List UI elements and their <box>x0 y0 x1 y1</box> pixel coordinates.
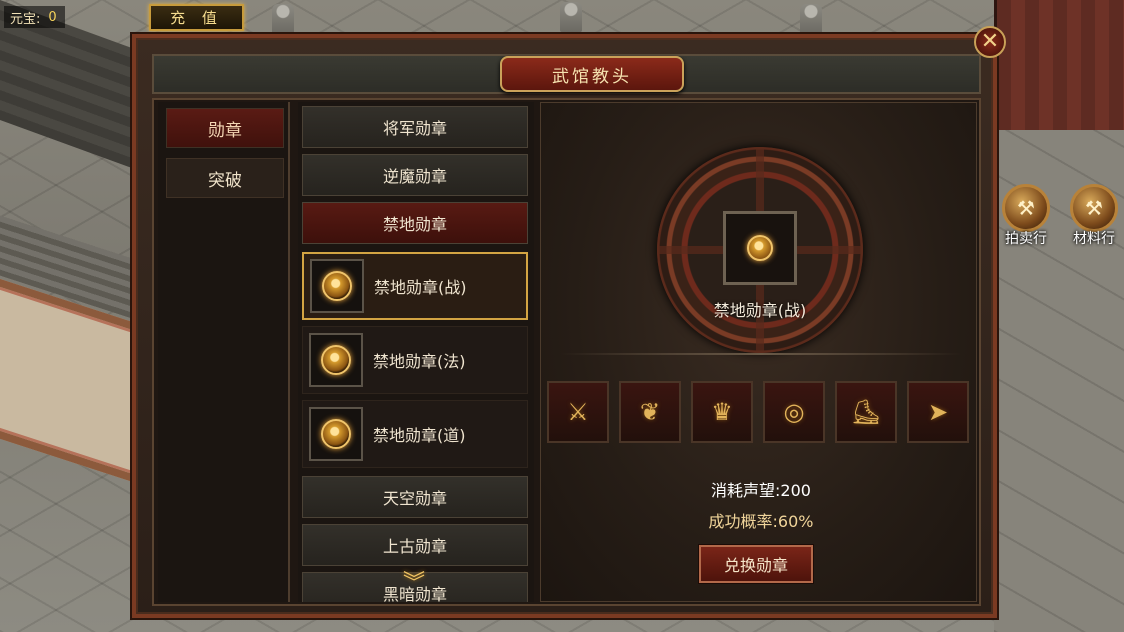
medal-icon <box>322 271 352 301</box>
divider <box>561 353 961 355</box>
materials-shop-label: 材料行 <box>1073 231 1115 247</box>
currency-display: 元宝: 0 <box>4 6 65 28</box>
medal-icon <box>321 345 351 375</box>
sub-item-forbidden-taoist[interactable]: 禁地勋章(道) <box>302 400 528 468</box>
tab-breakthrough[interactable]: 突破 <box>166 158 284 198</box>
panel-content: 勋章 突破 将军勋章 逆魔勋章 禁地勋章 禁地勋章(战) 禁地勋章(法) 禁地勋… <box>152 98 981 606</box>
list-item-sky-medal[interactable]: 天空勋章 <box>302 476 528 518</box>
medal-detail: 禁地勋章(战) ⚔ ❦ ♛ ◎ ⛸ ➤ 消耗声望:200 成功概率:60% 兑换… <box>540 102 977 602</box>
lion-statue <box>800 4 822 34</box>
exchange-medal-button[interactable]: 兑换勋章 <box>699 545 813 583</box>
sub-item-label: 禁地勋章(法) <box>373 352 466 371</box>
sub-item-label: 禁地勋章(道) <box>373 426 466 445</box>
medal-icon-frame <box>309 407 363 461</box>
lion-statue <box>272 4 294 34</box>
sub-item-forbidden-warrior[interactable]: 禁地勋章(战) <box>302 252 528 320</box>
npc-figure <box>560 2 582 32</box>
materials-hammer-icon: ⚒ <box>1070 184 1118 232</box>
tab-medal[interactable]: 勋章 <box>166 108 284 148</box>
medal-icon <box>321 419 351 449</box>
list-item-general-medal[interactable]: 将军勋章 <box>302 106 528 148</box>
auction-house-button[interactable]: ⚒ 拍卖行 <box>998 184 1054 248</box>
medal-icon-frame <box>310 259 364 313</box>
list-item-forbidden-medal[interactable]: 禁地勋章 <box>302 202 528 244</box>
medal-icon <box>747 235 773 261</box>
medal-icon-frame <box>309 333 363 387</box>
ring-icon[interactable]: ◎ <box>763 381 825 443</box>
necklace-icon[interactable]: ❦ <box>619 381 681 443</box>
currency-value: 0 <box>48 9 57 25</box>
selected-medal-slot <box>723 211 797 285</box>
panel-title-bar: 武馆教头 <box>152 54 981 94</box>
category-column: 勋章 突破 <box>158 102 290 602</box>
wooden-wall <box>994 0 1124 130</box>
list-item-nimo-medal[interactable]: 逆魔勋章 <box>302 154 528 196</box>
list-item-ancient-medal[interactable]: 上古勋章 <box>302 524 528 566</box>
sub-item-label: 禁地勋章(战) <box>374 278 467 297</box>
reputation-cost: 消耗声望:200 <box>711 481 811 500</box>
recharge-button[interactable]: 充 值 <box>149 4 244 31</box>
sub-item-forbidden-mage[interactable]: 禁地勋章(法) <box>302 326 528 394</box>
scroll-down-chevron-icon[interactable]: ︾ <box>398 568 430 596</box>
medal-list: 将军勋章 逆魔勋章 禁地勋章 禁地勋章(战) 禁地勋章(法) 禁地勋章(道) 天… <box>298 102 534 602</box>
materials-shop-button[interactable]: ⚒ 材料行 <box>1066 184 1122 248</box>
currency-label: 元宝: <box>10 11 41 27</box>
helmet-icon[interactable]: ♛ <box>691 381 753 443</box>
auction-hammer-icon: ⚒ <box>1002 184 1050 232</box>
boots-icon[interactable]: ⛸ <box>835 381 897 443</box>
panel-title: 武馆教头 <box>500 56 684 92</box>
auction-house-label: 拍卖行 <box>1005 231 1047 247</box>
belt-icon[interactable]: ➤ <box>907 381 969 443</box>
success-rate: 成功概率:60% <box>708 512 814 531</box>
close-icon[interactable]: ✕ <box>974 26 1006 58</box>
weapon-icon[interactable]: ⚔ <box>547 381 609 443</box>
selected-medal-name: 禁地勋章(战) <box>713 301 807 320</box>
martial-hall-panel: 武馆教头 勋章 突破 将军勋章 逆魔勋章 禁地勋章 禁地勋章(战) 禁地勋章(法 <box>132 34 997 618</box>
